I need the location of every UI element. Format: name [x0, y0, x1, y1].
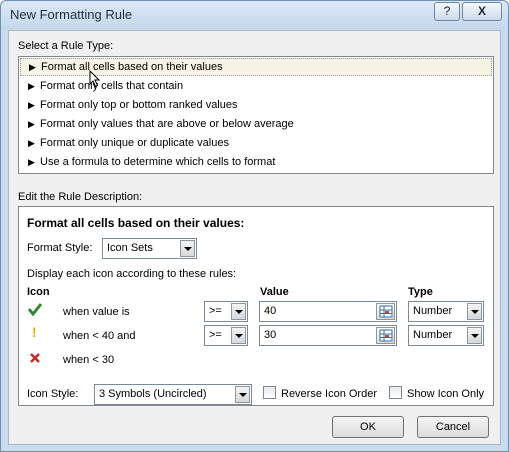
- help-button[interactable]: ?: [434, 2, 460, 21]
- arrow-right-icon: ▶: [29, 62, 36, 72]
- chevron-down-icon[interactable]: [467, 327, 482, 344]
- value-input-text: 40: [264, 305, 277, 317]
- rule-type-item-label: Format only unique or duplicate values: [40, 137, 229, 149]
- display-rules-text: Display each icon according to these rul…: [27, 268, 237, 280]
- new-formatting-rule-dialog: New Formatting Rule ? X Select a Rule Ty…: [0, 0, 509, 452]
- show-icon-only-label[interactable]: Show Icon Only: [407, 388, 484, 400]
- mouse-cursor-icon: [89, 70, 101, 88]
- format-style-value: Icon Sets: [107, 242, 153, 254]
- rule-type-item[interactable]: ▶ Format only values that are above or be…: [20, 115, 492, 133]
- chevron-down-icon[interactable]: [180, 240, 195, 257]
- operator-select[interactable]: >=: [204, 325, 248, 346]
- rule-type-section-label: Select a Rule Type:: [18, 40, 114, 52]
- type-value: Number: [413, 329, 453, 341]
- rule-description-section-label: Edit the Rule Description:: [18, 191, 143, 203]
- operator-value: >=: [209, 329, 222, 341]
- icon-style-select[interactable]: 3 Symbols (Uncircled): [94, 384, 252, 405]
- close-button[interactable]: X: [462, 2, 502, 21]
- icon-style-value: 3 Symbols (Uncircled): [99, 388, 207, 400]
- rule-description-panel: Format all cells based on their values: …: [18, 206, 494, 406]
- rule-condition-label: when value is: [63, 306, 130, 318]
- arrow-right-icon: ▶: [28, 81, 35, 91]
- chevron-down-icon[interactable]: [467, 303, 482, 320]
- rule-type-item-label: Use a formula to determine which cells t…: [40, 156, 276, 168]
- reverse-icon-order-checkbox[interactable]: [263, 386, 276, 399]
- arrow-right-icon: ▶: [28, 138, 35, 148]
- icon-column-header: Icon: [27, 286, 50, 298]
- format-style-label: Format Style:: [27, 242, 93, 254]
- show-icon-only-checkbox[interactable]: [389, 386, 402, 399]
- window-title: New Formatting Rule: [10, 7, 133, 22]
- arrow-right-icon: ▶: [28, 119, 35, 129]
- value-column-header: Value: [260, 286, 289, 298]
- value-input[interactable]: 30: [259, 325, 397, 346]
- cancel-button[interactable]: Cancel: [417, 416, 489, 438]
- icon-style-label: Icon Style:: [27, 388, 79, 400]
- green-check-icon: [28, 303, 42, 316]
- chevron-down-icon[interactable]: [231, 327, 246, 344]
- cell-reference-picker-icon[interactable]: [376, 327, 395, 344]
- type-value: Number: [413, 305, 453, 317]
- operator-select[interactable]: >=: [204, 301, 248, 322]
- rule-type-item[interactable]: ▶ Format only top or bottom ranked values: [20, 96, 492, 114]
- arrow-right-icon: ▶: [28, 157, 35, 167]
- red-x-icon: [30, 353, 40, 363]
- operator-value: >=: [209, 305, 222, 317]
- rule-type-item[interactable]: ▶ Use a formula to determine which cells …: [20, 153, 492, 171]
- yellow-exclamation-icon: !: [32, 324, 37, 340]
- chevron-down-icon[interactable]: [231, 303, 246, 320]
- type-column-header: Type: [408, 286, 433, 298]
- reverse-icon-order-label[interactable]: Reverse Icon Order: [281, 388, 377, 400]
- title-bar[interactable]: New Formatting Rule ? X: [1, 1, 508, 29]
- type-select[interactable]: Number: [408, 301, 484, 322]
- description-heading: Format all cells based on their values:: [27, 216, 245, 230]
- arrow-right-icon: ▶: [28, 100, 35, 110]
- format-style-select[interactable]: Icon Sets: [102, 238, 197, 259]
- rule-type-item-label: Format all cells based on their values: [41, 61, 223, 73]
- rule-type-item[interactable]: ▶ Format only unique or duplicate values: [20, 134, 492, 152]
- rule-condition-label: when < 40 and: [63, 330, 136, 342]
- value-input-text: 30: [264, 329, 277, 341]
- value-input[interactable]: 40: [259, 301, 397, 322]
- chevron-down-icon[interactable]: [235, 386, 250, 403]
- rule-type-list[interactable]: ▶ Format all cells based on their values …: [18, 56, 494, 174]
- rule-type-item-label: Format only cells that contain: [40, 80, 184, 92]
- dialog-body: Select a Rule Type: ▶ Format all cells ba…: [8, 30, 501, 445]
- type-select[interactable]: Number: [408, 325, 484, 346]
- rule-type-item-label: Format only values that are above or bel…: [40, 118, 294, 130]
- rule-type-item-label: Format only top or bottom ranked values: [40, 99, 238, 111]
- rule-condition-label: when < 30: [63, 354, 115, 366]
- cell-reference-picker-icon[interactable]: [376, 303, 395, 320]
- ok-button[interactable]: OK: [332, 416, 404, 438]
